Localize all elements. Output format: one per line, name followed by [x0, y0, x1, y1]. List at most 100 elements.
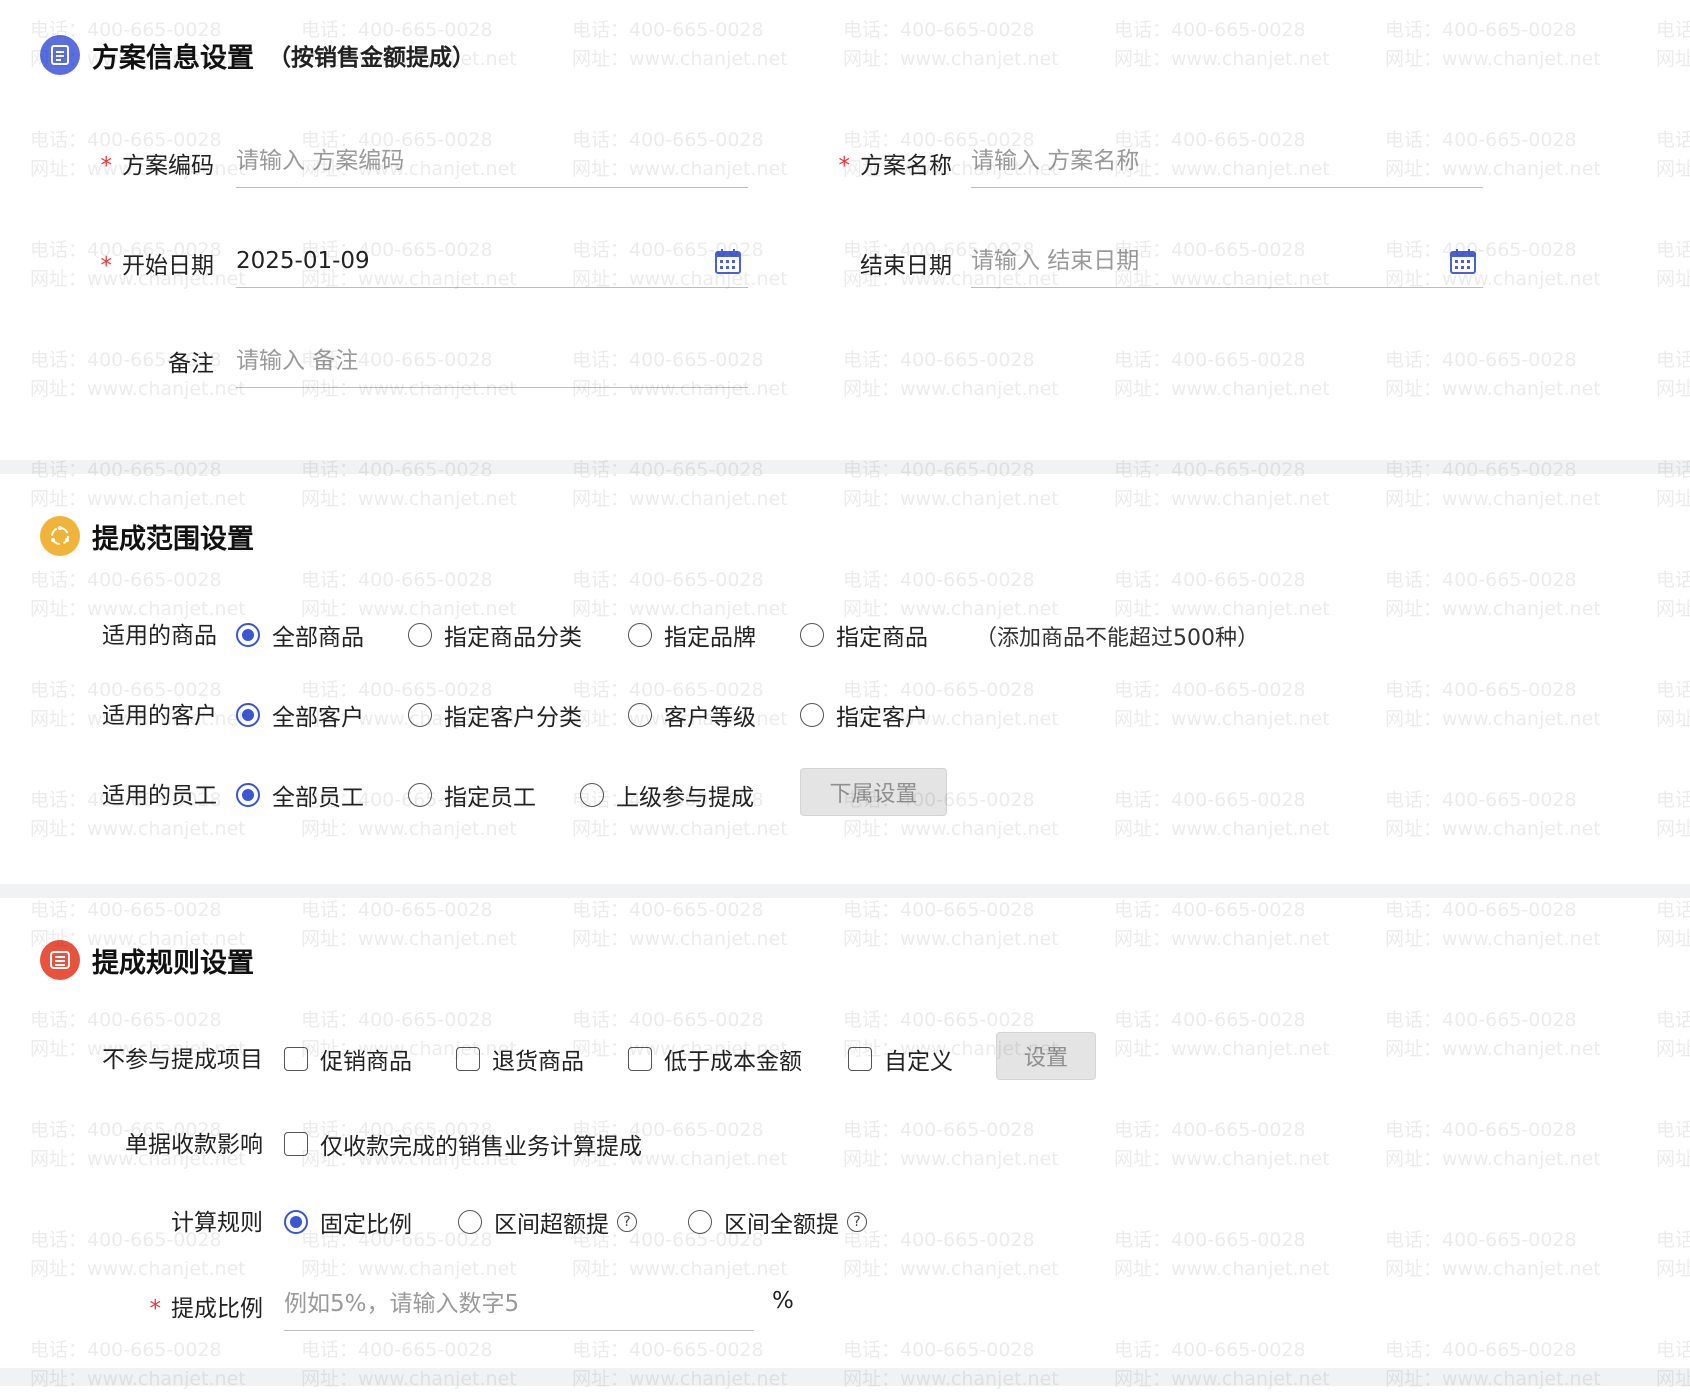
radio-unchecked[interactable]: [580, 783, 604, 807]
staff-option-specific[interactable]: 指定员工: [408, 778, 536, 812]
excluded-option-returns-label: 退货商品: [492, 1049, 584, 1075]
checkbox-unchecked[interactable]: [284, 1132, 308, 1156]
goods-option-category-label: 指定商品分类: [444, 625, 582, 651]
excluded-option-promo-label: 促销商品: [320, 1049, 412, 1075]
excluded-option-below-cost[interactable]: 低于成本金额: [628, 1042, 802, 1076]
excluded-option-returns[interactable]: 退货商品: [456, 1042, 584, 1076]
scope-header: 提成范围设置: [40, 516, 254, 556]
calc-option-fixed-label: 固定比例: [320, 1212, 412, 1238]
radio-checked[interactable]: [236, 703, 260, 727]
ratio-input[interactable]: [284, 1291, 754, 1317]
radio-unchecked[interactable]: [800, 703, 824, 727]
staff-option-superior-label: 上级参与提成: [616, 785, 754, 811]
calendar-icon[interactable]: [1449, 247, 1477, 279]
end-date-label-text: 结束日期: [860, 253, 952, 279]
radio-unchecked[interactable]: [458, 1210, 482, 1234]
plan-info-title-note: （按销售金额提成）: [268, 45, 475, 71]
radio-unchecked[interactable]: [408, 703, 432, 727]
radio-unchecked[interactable]: [628, 623, 652, 647]
end-date-field[interactable]: [971, 235, 1483, 288]
start-date-label: * 开始日期: [80, 246, 215, 280]
radio-unchecked[interactable]: [408, 623, 432, 647]
checkbox-unchecked[interactable]: [284, 1047, 308, 1071]
customers-option-level-label: 客户等级: [664, 705, 756, 731]
radio-checked[interactable]: [284, 1210, 308, 1234]
customers-option-specific[interactable]: 指定客户: [800, 698, 928, 732]
plan-info-section: 方案信息设置 （按销售金额提成） *方案编码 *方案名称 *开始日期 结束日期 …: [0, 0, 1690, 430]
customers-option-specific-label: 指定客户: [836, 705, 928, 731]
ratio-label-text: 提成比例: [171, 1296, 263, 1322]
ratio-label: * 提成比例: [82, 1289, 264, 1323]
calc-option-fixed[interactable]: 固定比例: [284, 1205, 412, 1239]
remark-label-text: 备注: [168, 351, 214, 377]
remark-label: 备注: [80, 344, 214, 378]
radio-checked[interactable]: [236, 623, 260, 647]
excluded-option-custom-label: 自定义: [884, 1049, 953, 1075]
receipt-option[interactable]: 仅收款完成的销售业务计算提成: [284, 1127, 642, 1161]
excluded-option-below-cost-label: 低于成本金额: [664, 1049, 802, 1075]
goods-option-all[interactable]: 全部商品: [236, 618, 364, 652]
start-date-field[interactable]: [236, 235, 748, 288]
start-date-input[interactable]: [236, 248, 636, 274]
scope-title: 提成范围设置: [92, 523, 254, 555]
excluded-settings-button[interactable]: 设置: [996, 1032, 1096, 1080]
end-date-input[interactable]: [971, 248, 1371, 274]
excluded-items-label: 不参与提成项目: [102, 1047, 263, 1073]
help-icon[interactable]: ?: [847, 1212, 867, 1232]
required-mark: *: [149, 1296, 162, 1322]
goods-label: 适用的商品: [102, 623, 217, 649]
rules-header: 提成规则设置: [40, 940, 254, 980]
checkbox-unchecked[interactable]: [848, 1047, 872, 1071]
receipt-option-label: 仅收款完成的销售业务计算提成: [320, 1134, 642, 1160]
plan-name-label-text: 方案名称: [860, 153, 952, 179]
customers-label: 适用的客户: [102, 703, 217, 729]
goods-option-specific[interactable]: 指定商品: [800, 618, 928, 652]
required-mark: *: [838, 153, 851, 179]
calc-rule-label: 计算规则: [171, 1210, 263, 1236]
end-date-label: 结束日期: [818, 246, 952, 280]
customers-option-level[interactable]: 客户等级: [628, 698, 756, 732]
goods-option-brand[interactable]: 指定品牌: [628, 618, 756, 652]
plan-code-label: * 方案编码: [80, 146, 215, 180]
excluded-option-custom[interactable]: 自定义: [848, 1042, 953, 1076]
calc-option-excess[interactable]: 区间超额提 ?: [458, 1205, 637, 1239]
excluded-option-promo[interactable]: 促销商品: [284, 1042, 412, 1076]
staff-option-superior[interactable]: 上级参与提成: [580, 778, 754, 812]
customers-option-all[interactable]: 全部客户: [236, 698, 364, 732]
radio-checked[interactable]: [236, 783, 260, 807]
goods-option-specific-label: 指定商品: [836, 625, 928, 651]
goods-option-category[interactable]: 指定商品分类: [408, 618, 582, 652]
bottom-divider: [0, 1368, 1690, 1386]
goods-option-brand-label: 指定品牌: [664, 625, 756, 651]
section-divider: [0, 460, 1690, 474]
checkbox-unchecked[interactable]: [628, 1047, 652, 1071]
required-mark: *: [100, 153, 113, 179]
rules-section: 提成规则设置 不参与提成项目 促销商品 退货商品 低于成本金额 自定义 设置 单…: [0, 898, 1690, 1368]
staff-label: 适用的员工: [102, 783, 217, 809]
radio-unchecked[interactable]: [628, 703, 652, 727]
radio-unchecked[interactable]: [800, 623, 824, 647]
checkbox-unchecked[interactable]: [456, 1047, 480, 1071]
plan-name-field[interactable]: [971, 135, 1483, 188]
calc-option-full[interactable]: 区间全额提 ?: [688, 1205, 867, 1239]
document-icon: [40, 35, 80, 75]
plan-info-title: 方案信息设置: [92, 42, 254, 74]
list-icon: [40, 940, 80, 980]
calendar-icon[interactable]: [714, 247, 742, 279]
required-mark: *: [100, 253, 113, 279]
remark-field[interactable]: [236, 335, 748, 388]
start-date-label-text: 开始日期: [122, 253, 214, 279]
remark-input[interactable]: [236, 348, 748, 374]
scope-icon: [40, 516, 80, 556]
help-icon[interactable]: ?: [617, 1212, 637, 1232]
plan-code-field[interactable]: [236, 135, 748, 188]
plan-code-input[interactable]: [236, 148, 748, 174]
customers-option-category[interactable]: 指定客户分类: [408, 698, 582, 732]
ratio-field[interactable]: [284, 1278, 754, 1331]
subordinate-settings-button[interactable]: 下属设置: [800, 768, 947, 816]
plan-name-label: * 方案名称: [818, 146, 953, 180]
radio-unchecked[interactable]: [408, 783, 432, 807]
staff-option-all[interactable]: 全部员工: [236, 778, 364, 812]
plan-name-input[interactable]: [971, 148, 1483, 174]
radio-unchecked[interactable]: [688, 1210, 712, 1234]
